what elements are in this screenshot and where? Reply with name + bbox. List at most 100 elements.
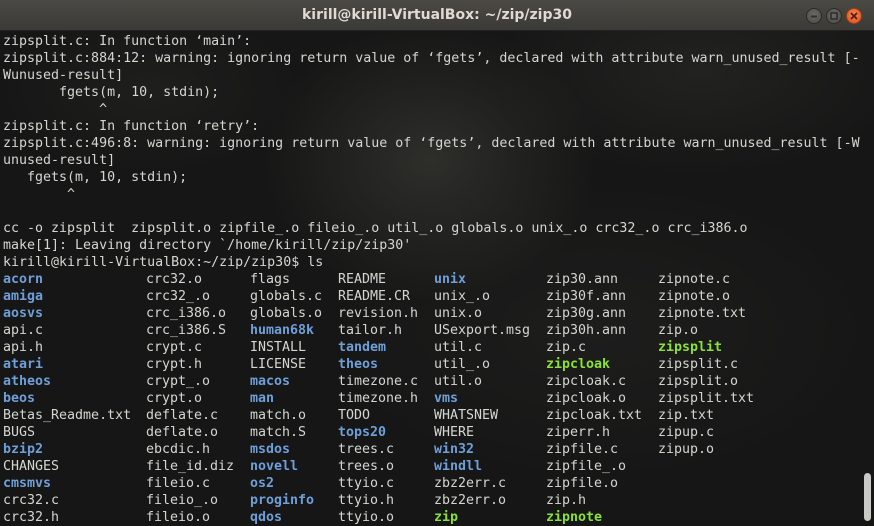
file-entry: tailor.h bbox=[338, 323, 403, 338]
output-line: unused-result] bbox=[3, 153, 116, 168]
output-line: zipsplit.c: In function ‘retry’: bbox=[3, 119, 260, 134]
scrollbar-thumb[interactable] bbox=[864, 473, 871, 521]
file-entry: Betas_Readme.txt bbox=[3, 408, 132, 423]
file-entry: zip30g.ann bbox=[546, 306, 627, 321]
scrollbar[interactable] bbox=[860, 31, 874, 526]
output-line: zipsplit.c: In function ‘main’: bbox=[3, 34, 252, 49]
directory-entry: aosvs bbox=[3, 306, 44, 321]
file-entry: globals.c bbox=[250, 289, 323, 304]
directory-entry: macos bbox=[250, 374, 291, 389]
ls-row: CHANGES file_id.diz novell trees.o windll zip… bbox=[3, 458, 863, 475]
minimize-button[interactable] bbox=[806, 8, 822, 24]
directory-entry: bzip2 bbox=[3, 442, 44, 457]
ls-row: api.c crc_i386.S human68k tailor.h USexport.… bbox=[3, 322, 863, 339]
file-entry: zip.o bbox=[658, 323, 699, 338]
maximize-icon bbox=[830, 12, 838, 20]
file-entry: crc32_.o bbox=[146, 289, 211, 304]
file-entry: zipnote.txt bbox=[658, 306, 747, 321]
ls-row: crc32.c fileio_.o proginfo ttyio.h zbz2err.o… bbox=[3, 492, 863, 509]
directory-entry: human68k bbox=[250, 323, 315, 338]
file-entry: README.CR bbox=[338, 289, 411, 304]
file-entry: deflate.c bbox=[146, 408, 219, 423]
ls-row: amiga crc32_.o globals.c README.CR unix_.o zi… bbox=[3, 288, 863, 305]
file-entry: TODO bbox=[338, 408, 371, 423]
file-entry: crc32.c bbox=[3, 493, 60, 508]
ls-row: cmsmvs fileio.c os2 ttyio.c zbz2err.c zipfile… bbox=[3, 475, 863, 492]
output-line: make[1]: Leaving directory `/home/kirill… bbox=[3, 238, 412, 253]
file-entry: timezone.c bbox=[338, 374, 419, 389]
output-line: zipsplit.c:884:12: warning: ignoring ret… bbox=[3, 51, 860, 66]
file-entry: zipfile.o bbox=[546, 476, 619, 491]
terminal-area[interactable]: zipsplit.c: In function ‘main’: zipsplit.… bbox=[0, 31, 874, 526]
directory-entry: win32 bbox=[434, 442, 475, 457]
directory-entry: theos bbox=[338, 357, 379, 372]
file-entry: fileio.c bbox=[146, 476, 211, 491]
file-entry: globals.o bbox=[250, 306, 323, 321]
ls-row: BUGS deflate.o match.S tops20 WHERE ziperr.h z… bbox=[3, 424, 863, 441]
file-entry: util.c bbox=[434, 340, 483, 355]
file-entry: zipsplit.o bbox=[658, 374, 739, 389]
directory-entry: os2 bbox=[250, 476, 275, 491]
ls-row: acorn crc32.o flags README unix zip30.ann zipn… bbox=[3, 271, 863, 288]
file-entry: zipnote.c bbox=[658, 272, 731, 287]
executable-entry: zipcloak bbox=[546, 357, 611, 372]
ls-row: bzip2 ebcdic.h msdos trees.c win32 zipfile.c z… bbox=[3, 441, 863, 458]
directory-entry: acorn bbox=[3, 272, 44, 287]
output-line: ^ bbox=[3, 187, 76, 202]
executable-entry: zipnote bbox=[546, 510, 603, 525]
file-entry: zbz2err.c bbox=[434, 476, 507, 491]
directory-entry: vms bbox=[434, 391, 459, 406]
file-entry: LICENSE bbox=[250, 357, 307, 372]
ls-row: atheos crypt_.o macos timezone.c util.o zipcl… bbox=[3, 373, 863, 390]
file-entry: deflate.o bbox=[146, 425, 219, 440]
file-entry: zip.txt bbox=[658, 408, 715, 423]
file-entry: flags bbox=[250, 272, 291, 287]
output-line: zipsplit.c:496:8: warning: ignoring retu… bbox=[3, 136, 860, 151]
file-entry: api.h bbox=[3, 340, 44, 355]
file-entry: crypt.o bbox=[146, 391, 203, 406]
file-entry: zipup.c bbox=[658, 425, 715, 440]
file-entry: README bbox=[338, 272, 387, 287]
close-button[interactable] bbox=[846, 8, 862, 24]
directory-entry: tandem bbox=[338, 340, 387, 355]
directory-entry: beos bbox=[3, 391, 36, 406]
file-entry: file_id.diz bbox=[146, 459, 235, 474]
output-line: kirill@kirill-VirtualBox:~/zip/zip30$ ls bbox=[3, 255, 324, 270]
ls-row: atari crypt.h LICENSE theos util_.o zipcloak z… bbox=[3, 356, 863, 373]
directory-entry: atheos bbox=[3, 374, 52, 389]
file-entry: match.o bbox=[250, 408, 307, 423]
ls-row: api.h crypt.c INSTALL tandem util.c zip.c zips… bbox=[3, 339, 863, 356]
file-entry: crc32.h bbox=[3, 510, 60, 525]
file-entry: zipup.o bbox=[658, 442, 715, 457]
file-entry: zipfile.c bbox=[546, 442, 619, 457]
file-entry: zip30.ann bbox=[546, 272, 619, 287]
file-entry: crc_i386.S bbox=[146, 323, 227, 338]
maximize-button[interactable] bbox=[826, 8, 842, 24]
file-entry: api.c bbox=[3, 323, 44, 338]
directory-entry: qdos bbox=[250, 510, 283, 525]
file-entry: zbz2err.o bbox=[434, 493, 507, 508]
close-icon bbox=[850, 12, 858, 20]
executable-entry: zipsplit bbox=[658, 340, 723, 355]
file-entry: zipcloak.o bbox=[546, 391, 627, 406]
file-entry: zipcloak.c bbox=[546, 374, 627, 389]
executable-entry: zip bbox=[434, 510, 459, 525]
file-entry: crypt_.o bbox=[146, 374, 211, 389]
directory-entry: cmsmvs bbox=[3, 476, 52, 491]
directory-entry: proginfo bbox=[250, 493, 315, 508]
file-entry: match.S bbox=[250, 425, 307, 440]
file-entry: fileio.o bbox=[146, 510, 211, 525]
title-bar[interactable]: kirill@kirill-VirtualBox: ~/zip/zip30 bbox=[0, 0, 874, 31]
file-entry: util_.o bbox=[434, 357, 491, 372]
ls-row: beos crypt.o man timezone.h vms zipcloak.o zip… bbox=[3, 390, 863, 407]
output-line: cc -o zipsplit zipsplit.o zipfile_.o fil… bbox=[3, 221, 748, 236]
file-entry: crc32.o bbox=[146, 272, 203, 287]
output-line: Wunused-result] bbox=[3, 68, 124, 83]
file-entry: WHATSNEW bbox=[434, 408, 499, 423]
file-entry: unix.o bbox=[434, 306, 483, 321]
directory-entry: man bbox=[250, 391, 275, 406]
file-entry: zip.h bbox=[546, 493, 587, 508]
file-entry: zipsplit.c bbox=[658, 357, 739, 372]
file-entry: CHANGES bbox=[3, 459, 60, 474]
file-entry: BUGS bbox=[3, 425, 36, 440]
